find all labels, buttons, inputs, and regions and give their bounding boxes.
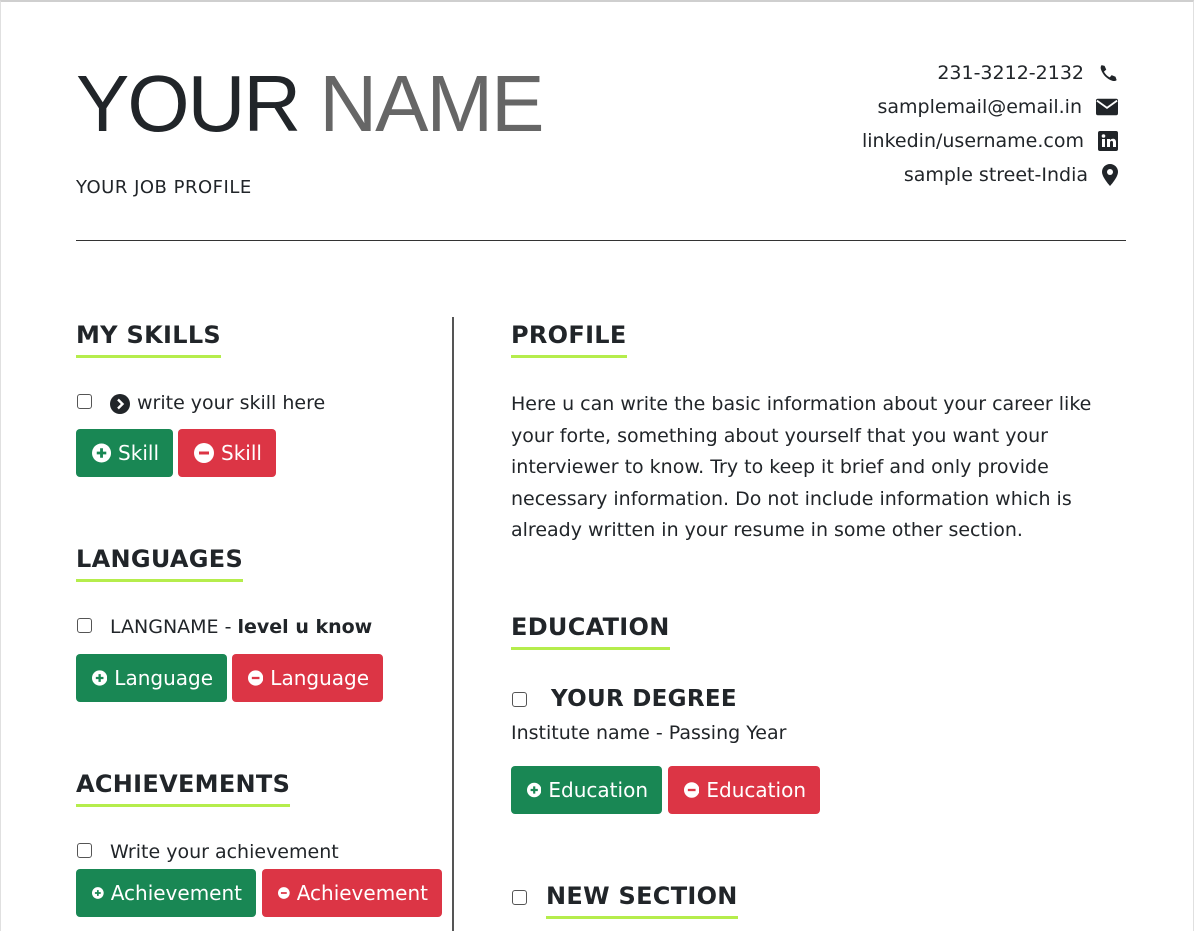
language-name: LANGNAME [110,616,219,638]
achievement-checkbox[interactable] [77,843,92,858]
add-achievement-label: Achievement [110,881,242,905]
contact-address: sample street-India [904,164,1118,186]
profile-heading: PROFILE [511,321,627,358]
education-heading: EDUCATION [511,613,670,650]
institute-text[interactable]: Institute name - Passing Year [511,722,786,744]
language-item[interactable]: LANGNAME - level u know [110,616,372,638]
remove-language-label: Language [270,666,369,690]
add-education-label: Education [548,778,648,802]
remove-achievement-label: Achievement [296,881,428,905]
skills-heading: MY SKILLS [76,321,222,358]
skill-checkbox[interactable] [77,394,92,409]
new-section-checkbox[interactable] [512,890,527,905]
plus-circle-icon [92,443,112,463]
remove-skill-button[interactable]: Skill [178,429,276,477]
languages-heading: LANGUAGES [76,545,244,582]
remove-language-button[interactable]: Language [232,654,383,702]
job-profile: YOUR JOB PROFILE [76,177,252,198]
plus-circle-icon [92,887,104,899]
new-section-heading[interactable]: NEW SECTION [546,882,738,919]
add-skill-label: Skill [118,441,159,465]
remove-skill-label: Skill [221,441,262,465]
name-heading: YOUR NAME [76,64,545,144]
degree-title[interactable]: YOUR DEGREE [551,686,737,712]
minus-circle-icon [194,443,214,463]
add-language-button[interactable]: Language [76,654,227,702]
add-language-label: Language [114,666,213,690]
language-separator: - [218,616,238,638]
add-achievement-button[interactable]: Achievement [76,869,256,917]
name-last: NAME [319,59,544,148]
contact-linkedin: linkedin/username.com [862,130,1118,152]
remove-education-button[interactable]: Education [668,766,820,814]
achievements-heading: ACHIEVEMENTS [76,770,291,807]
header-divider [76,240,1126,241]
plus-circle-icon [527,782,542,798]
remove-education-label: Education [706,778,806,802]
education-checkbox[interactable] [512,692,527,707]
language-level: level u know [237,616,373,638]
achievement-text[interactable]: Write your achievement [110,841,339,863]
name-first: YOUR [76,59,301,148]
profile-text[interactable]: Here u can write the basic information a… [511,389,1111,547]
envelope-icon [1096,98,1118,116]
plus-circle-icon [92,670,108,686]
minus-circle-icon [278,887,290,899]
contact-phone-text: 231-3212-2132 [937,62,1084,84]
contact-phone: 231-3212-2132 [937,62,1118,84]
add-skill-button[interactable]: Skill [76,429,173,477]
contact-address-text: sample street-India [903,164,1088,186]
contact-linkedin-text: linkedin/username.com [861,130,1084,152]
add-education-button[interactable]: Education [511,766,662,814]
remove-achievement-button[interactable]: Achievement [262,869,442,917]
linkedin-icon [1098,131,1118,151]
contact-email-text: samplemail@email.in [877,96,1082,118]
chevron-circle-right-icon [110,394,130,418]
contact-email: samplemail@email.in [877,96,1118,118]
minus-circle-icon [248,670,264,686]
skill-text[interactable]: write your skill here [137,392,325,414]
minus-circle-icon [684,782,700,798]
map-marker-icon [1102,164,1118,186]
phone-icon [1098,63,1118,83]
column-divider [452,317,454,931]
language-checkbox[interactable] [77,618,92,633]
